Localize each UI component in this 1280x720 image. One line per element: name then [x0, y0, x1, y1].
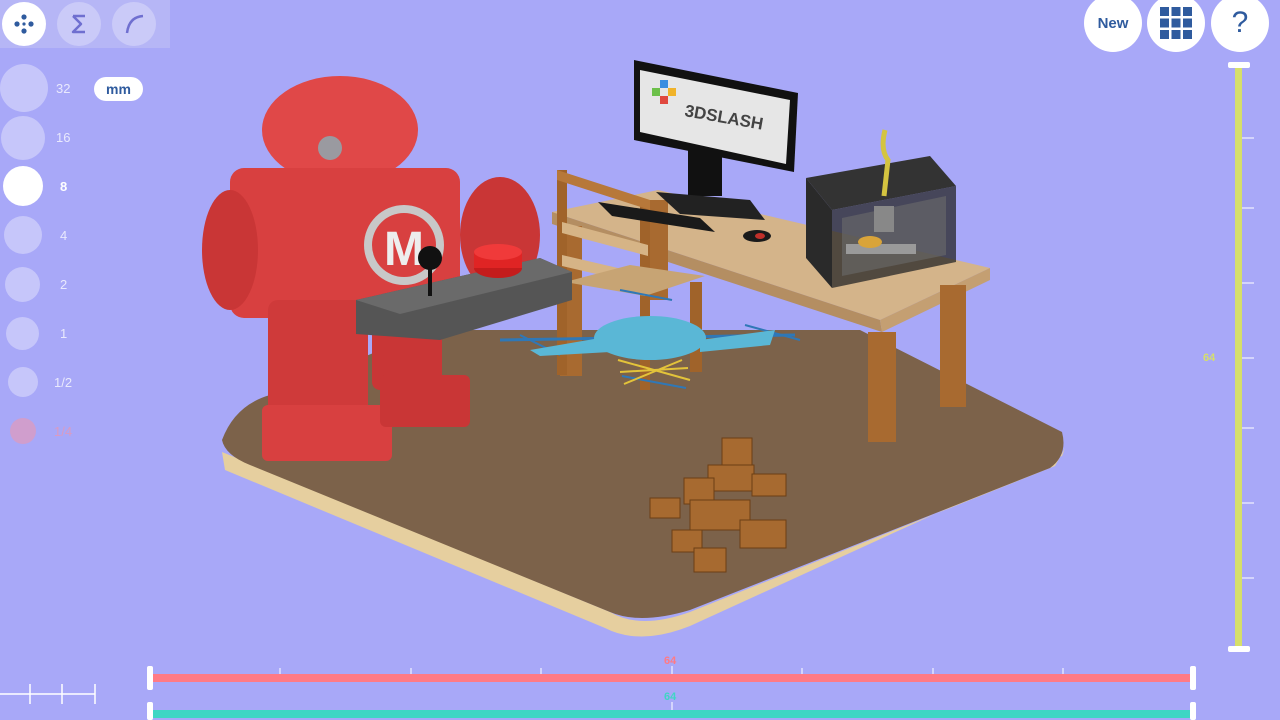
horizontal-axis-sliders[interactable] [0, 656, 1280, 720]
vertical-axis-value: 64 [1203, 352, 1216, 364]
teal-axis-value: 64 [664, 691, 677, 703]
printer-3d [806, 129, 956, 288]
voxel-scene[interactable]: 3DSLASH M [0, 0, 1280, 720]
red-axis-value: 64 [664, 655, 677, 667]
robot-badge-text: M [384, 223, 424, 276]
vertical-axis-slider[interactable] [1220, 58, 1260, 658]
